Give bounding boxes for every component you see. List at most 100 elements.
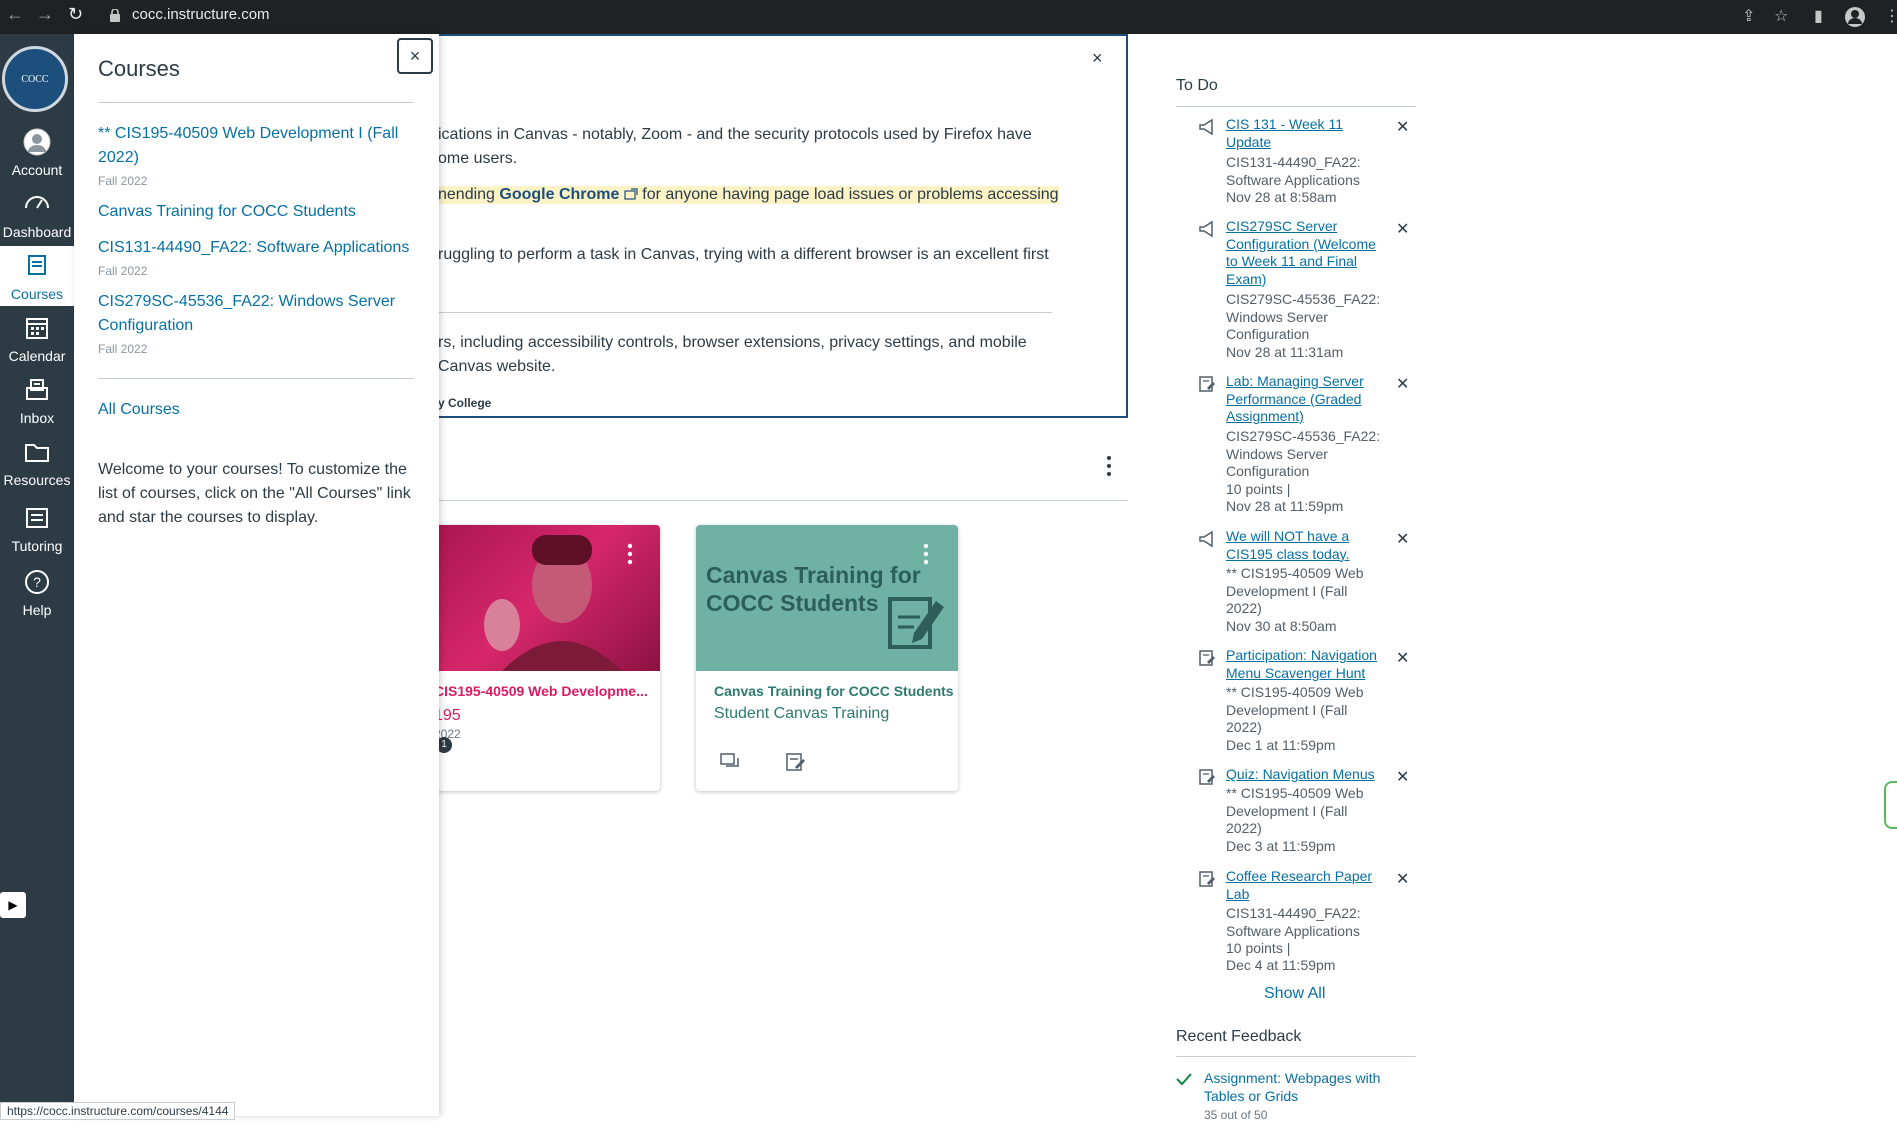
nav-help[interactable]: ? Help [0,562,74,622]
nav-account[interactable]: Account [0,122,74,182]
todo-link[interactable]: Participation: Navigation Menu Scavenger… [1226,647,1386,682]
courses-tray: × Courses ** CIS195-40509 Web Developmen… [74,34,439,1116]
all-courses-link[interactable]: All Courses [98,398,418,422]
card-options-icon[interactable] [922,543,930,567]
nav-courses[interactable]: Courses [0,246,74,306]
nav-dashboard-label: Dashboard [2,224,72,240]
tray-welcome-text: Welcome to your courses! To customize th… [98,461,411,526]
todo-link[interactable]: Coffee Research Paper Lab [1226,868,1386,903]
tray-course-term: Fall 2022 [98,174,148,188]
nav-inbox[interactable]: Inbox [0,370,74,430]
announcement-icon [1199,118,1213,136]
share-icon[interactable]: ⇪ [1742,6,1755,26]
course-card-canvas-training[interactable]: Canvas Training for COCC Students Canvas… [696,525,958,791]
announcement-text: ome users. [438,150,518,167]
todo-date: Dec 1 at 11:59pm [1226,737,1336,753]
forward-icon[interactable]: → [36,4,54,25]
dismiss-todo-button[interactable]: ✕ [1396,869,1409,889]
lock-icon [110,9,120,22]
todo-link[interactable]: Quiz: Navigation Menus [1226,766,1386,784]
reload-icon[interactable]: ↻ [68,4,83,25]
dismiss-todo-button[interactable]: ✕ [1396,374,1409,394]
divider [1176,106,1416,107]
show-all-link[interactable]: Show All [1264,985,1325,1003]
dismiss-todo-button[interactable]: ✕ [1396,219,1409,239]
dismiss-todo-button[interactable]: ✕ [1396,648,1409,668]
back-icon[interactable]: ← [6,4,24,25]
todo-link[interactable]: CIS 131 - Week 11 Update [1226,116,1386,151]
edit-document-icon [888,597,944,649]
nav-account-label: Account [11,162,63,178]
announcement-text: Canvas website. [438,358,556,375]
dismiss-todo-button[interactable]: ✕ [1396,529,1409,549]
global-navigation: COCC Account Dashboard Courses Calendar … [0,34,74,1142]
nav-courses-label: Courses [10,286,64,302]
nav-help-label: Help [22,602,52,618]
nav-resources[interactable]: Resources [0,432,74,492]
feedback-score: 35 out of 50 [1204,1108,1268,1122]
todo-link[interactable]: We will NOT have a CIS195 class today. [1226,528,1386,563]
nav-tutoring[interactable]: Tutoring [0,498,74,558]
course-card-image: Canvas Training for COCC Students [696,525,958,671]
side-panel-icon[interactable]: ▮ [1814,6,1823,26]
course-card-cis195[interactable]: CIS195-40509 Web Developme... 195 2022 1 [422,525,660,791]
divider [98,102,414,103]
announcement-icon [1199,530,1213,548]
todo-context: CIS131-44490_FA22: Software Applications [1226,154,1361,188]
announcement-text: ruggling to perform a task in Canvas, tr… [438,246,1049,263]
announcement-icon [1199,220,1213,238]
dashboard-options-icon[interactable] [1104,455,1114,477]
todo-date: Dec 3 at 11:59pm [1226,838,1336,854]
divider [98,378,414,379]
nav-inbox-label: Inbox [19,410,55,426]
tray-course-cis131[interactable]: CIS131-44490_FA22: Software Applications [98,236,418,260]
close-tray-button[interactable]: × [397,38,433,74]
assignment-icon [1199,376,1215,392]
dismiss-todo-button[interactable]: ✕ [1396,767,1409,787]
todo-context: CIS131-44490_FA22: Software Applications [1226,905,1361,939]
divider [1176,1056,1416,1057]
todo-link[interactable]: CIS279SC Server Configuration (Welcome t… [1226,218,1386,288]
play-icon[interactable]: ▶ [0,892,26,918]
google-chrome-link[interactable]: Google Chrome [499,186,619,203]
global-announcement: × ications in Canvas - notably, Zoom - a… [438,34,1128,418]
collapse-nav-icon[interactable]: ⇤ [18,1118,35,1143]
card-options-icon[interactable] [626,543,634,567]
feedback-link[interactable]: Assignment: Webpages with Tables or Grid… [1204,1070,1394,1105]
status-bar-url: https://cocc.instructure.com/courses/414… [0,1102,236,1120]
check-icon [1176,1073,1192,1086]
todo-date: Nov 28 at 11:31am [1226,344,1344,360]
browser-menu-icon[interactable]: ⋮ [1884,6,1897,26]
cocc-logo[interactable]: COCC [2,46,68,112]
dismiss-todo-button[interactable]: ✕ [1396,117,1409,137]
tray-course-canvas-training[interactable]: Canvas Training for COCC Students [98,200,418,224]
assignment-icon [1199,650,1215,666]
address-bar[interactable]: cocc.instructure.com [132,6,270,23]
todo-context: ** CIS195-40509 Web Development I (Fall … [1226,785,1364,836]
nav-calendar[interactable]: Calendar [0,308,74,368]
inbox-icon [26,379,48,400]
discussions-icon[interactable] [720,753,740,771]
course-card-title[interactable]: Canvas Training for COCC Students [714,683,954,699]
nav-resources-label: Resources [3,472,71,488]
profile-icon[interactable] [1844,6,1866,28]
close-announcement-button[interactable]: × [1092,48,1103,69]
todo-link[interactable]: Lab: Managing Server Performance (Graded… [1226,373,1386,426]
tray-course-term: Fall 2022 [98,342,148,356]
nav-dashboard[interactable]: Dashboard [0,184,74,244]
edge-widget-icon[interactable] [1884,781,1897,829]
calendar-icon [26,318,48,339]
divider [438,500,1128,501]
tray-title: Courses [98,56,180,81]
bookmark-star-icon[interactable]: ☆ [1774,6,1788,26]
assignments-icon[interactable] [786,753,806,771]
folder-icon [25,444,49,462]
todo-points: 10 points | [1226,940,1291,956]
course-card-title[interactable]: CIS195-40509 Web Developme... [434,683,648,699]
card-hero-text: Canvas Training for [706,562,921,588]
todo-date: Nov 28 at 11:59pm [1226,498,1344,514]
todo-title: To Do [1176,77,1218,94]
tray-course-cis195[interactable]: ** CIS195-40509 Web Development I (Fall … [98,122,418,170]
todo-date: Dec 4 at 11:59pm [1226,957,1336,973]
tray-course-cis279sc[interactable]: CIS279SC-45536_FA22: Windows Server Conf… [98,290,418,338]
